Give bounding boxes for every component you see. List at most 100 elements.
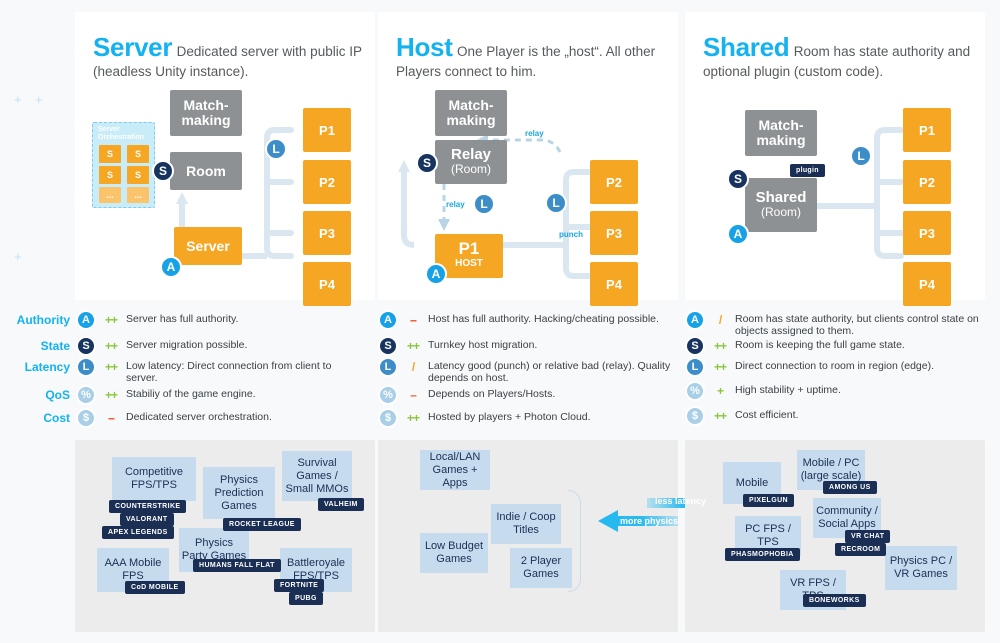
usecase-box: Physics PC / VR Games xyxy=(885,546,957,590)
game-tag: RECROOM xyxy=(835,543,887,556)
criteria-rating: ++ xyxy=(713,339,727,353)
edge-label-relay-top: relay xyxy=(525,129,544,138)
node-matchmaking-line2: making xyxy=(446,112,496,128)
criteria-category-label: QoS xyxy=(45,388,70,402)
usecase-box: Physics Prediction Games xyxy=(203,467,275,519)
criteria-category-label: Cost xyxy=(43,411,70,425)
badge-authority-icon: A xyxy=(160,256,182,278)
game-tag: PIXELGUN xyxy=(743,494,794,507)
criteria-rating: ++ xyxy=(713,360,727,374)
authority-icon: A xyxy=(76,310,96,330)
game-tag: VR CHAT xyxy=(845,530,891,543)
node-server-label: Server xyxy=(186,237,230,254)
cost-icon: $ xyxy=(378,408,398,428)
criteria-text: Room is keeping the full game state. xyxy=(735,339,905,351)
node-relay-room: Relay (Room) xyxy=(435,140,507,184)
criteria-rating: + xyxy=(716,384,724,398)
node-player-p1: P1 xyxy=(303,108,351,152)
node-matchmaking-line2: making xyxy=(756,132,806,148)
edge-label-punch: punch xyxy=(559,230,583,239)
decor-plus-icon: + xyxy=(35,92,43,107)
game-tag: APEX LEGENDS xyxy=(102,526,174,539)
usecase-box: Local/LAN Games + Apps xyxy=(420,450,490,490)
badge-latency-icon: L xyxy=(265,138,287,160)
usecase-box: Survival Games / Small MMOs xyxy=(282,451,352,501)
node-matchmaking: Match- making xyxy=(435,90,507,136)
panel-server-header: Server Dedicated server with public IP (… xyxy=(93,32,363,81)
game-tag: VALORANT xyxy=(120,513,174,526)
badge-state-icon: S xyxy=(727,168,749,190)
criteria-row: Authority A ++ Server has full authority… xyxy=(0,310,356,330)
game-tag: FORTNITE xyxy=(274,579,325,592)
criteria-text: Room has state authority, but clients co… xyxy=(735,313,979,337)
criteria-text: Dedicated server orchestration. xyxy=(126,411,272,423)
axis-label-more-physics: more physics xyxy=(620,516,679,526)
node-matchmaking-line2: making xyxy=(181,112,231,128)
criteria-rating: -- xyxy=(108,411,115,425)
criteria-row: $ ++ Hosted by players + Photon Cloud. xyxy=(378,408,668,428)
latency-icon: L xyxy=(76,357,96,377)
criteria-rating: – xyxy=(410,388,417,402)
badge-latency-icon: L xyxy=(545,192,567,214)
game-tag: HUMANS FALL FLAT xyxy=(193,559,281,572)
criteria-row: State S ++ Server migration possible. xyxy=(0,336,356,356)
usecase-box: Indie / Coop Titles xyxy=(491,504,561,544)
criteria-category-label: Authority xyxy=(16,313,70,327)
node-shared-room: Shared (Room) xyxy=(745,178,817,232)
criteria-row: S ++ Turnkey host migration. xyxy=(378,336,668,356)
panel-host-header: Host One Player is the „host“. All other… xyxy=(396,32,666,81)
criteria-row: Cost $ -- Dedicated server orchestration… xyxy=(0,408,356,428)
usecases-server: Competitive FPS/TPS COUNTERSTRIKE VALORA… xyxy=(75,440,375,632)
edge-label-relay-left: relay xyxy=(446,200,465,209)
node-player-p3: P3 xyxy=(303,211,351,255)
decor-plus-icon: + xyxy=(14,92,22,107)
authority-icon: A xyxy=(685,310,705,330)
game-tag: CoD MOBILE xyxy=(125,581,185,594)
orchestration-tile: S xyxy=(99,145,121,163)
node-player-p4: P4 xyxy=(903,262,951,306)
badge-state-icon: S xyxy=(416,152,438,174)
criteria-row: L ++ Direct connection to room in region… xyxy=(685,357,985,377)
node-player-p3: P3 xyxy=(590,211,638,255)
node-player-p4: P4 xyxy=(303,262,351,306)
criteria-text: Hosted by players + Photon Cloud. xyxy=(428,411,591,423)
criteria-text: High stability + uptime. xyxy=(735,384,841,396)
node-player-p2: P2 xyxy=(590,160,638,204)
panel-host-title: Host xyxy=(396,32,453,62)
node-relay-subtitle: (Room) xyxy=(450,162,491,176)
game-tag: ROCKET LEAGUE xyxy=(223,518,301,531)
criteria-rating: ++ xyxy=(104,360,118,374)
game-tag: BONEWORKS xyxy=(803,594,866,607)
game-tag: VALHEIM xyxy=(318,498,364,511)
axis-label-less-latency: less latency xyxy=(655,496,707,506)
node-room-label: Room xyxy=(186,162,226,179)
node-matchmaking: Match- making xyxy=(745,110,817,156)
node-player-p2: P2 xyxy=(303,160,351,204)
criteria-text: Direct connection to room in region (edg… xyxy=(735,360,935,372)
criteria-text: Server migration possible. xyxy=(126,339,248,351)
panel-shared-title: Shared xyxy=(703,32,790,62)
criteria-text: Host has full authority. Hacking/cheatin… xyxy=(428,313,659,325)
criteria-rating: ++ xyxy=(713,409,727,423)
criteria-row: QoS % ++ Stabiliy of the game engine. xyxy=(0,385,356,405)
orchestration-tile: S xyxy=(99,166,121,184)
cost-icon: $ xyxy=(76,408,96,428)
criteria-rating: ++ xyxy=(104,388,118,402)
decor-plus-icon: + xyxy=(14,249,22,264)
criteria-category-label: Latency xyxy=(24,360,70,374)
qos-icon: % xyxy=(378,385,398,405)
criteria-text: Cost efficient. xyxy=(735,409,799,421)
node-player-p2: P2 xyxy=(903,160,951,204)
plugin-badge: plugin xyxy=(790,164,825,177)
criteria-rating: -- xyxy=(410,313,417,327)
node-host-p1-label: P1 xyxy=(458,239,480,258)
qos-icon: % xyxy=(685,381,705,401)
node-shared-title: Shared xyxy=(755,189,807,206)
node-matchmaking-line1: Match- xyxy=(758,117,804,133)
badge-latency-icon: L xyxy=(473,193,495,215)
state-icon: S xyxy=(76,336,96,356)
game-tag: AMONG US xyxy=(823,481,877,494)
badge-authority-icon: A xyxy=(727,223,749,245)
panel-server: Server Dedicated server with public IP (… xyxy=(75,12,375,306)
criteria-rating: / xyxy=(718,313,722,327)
